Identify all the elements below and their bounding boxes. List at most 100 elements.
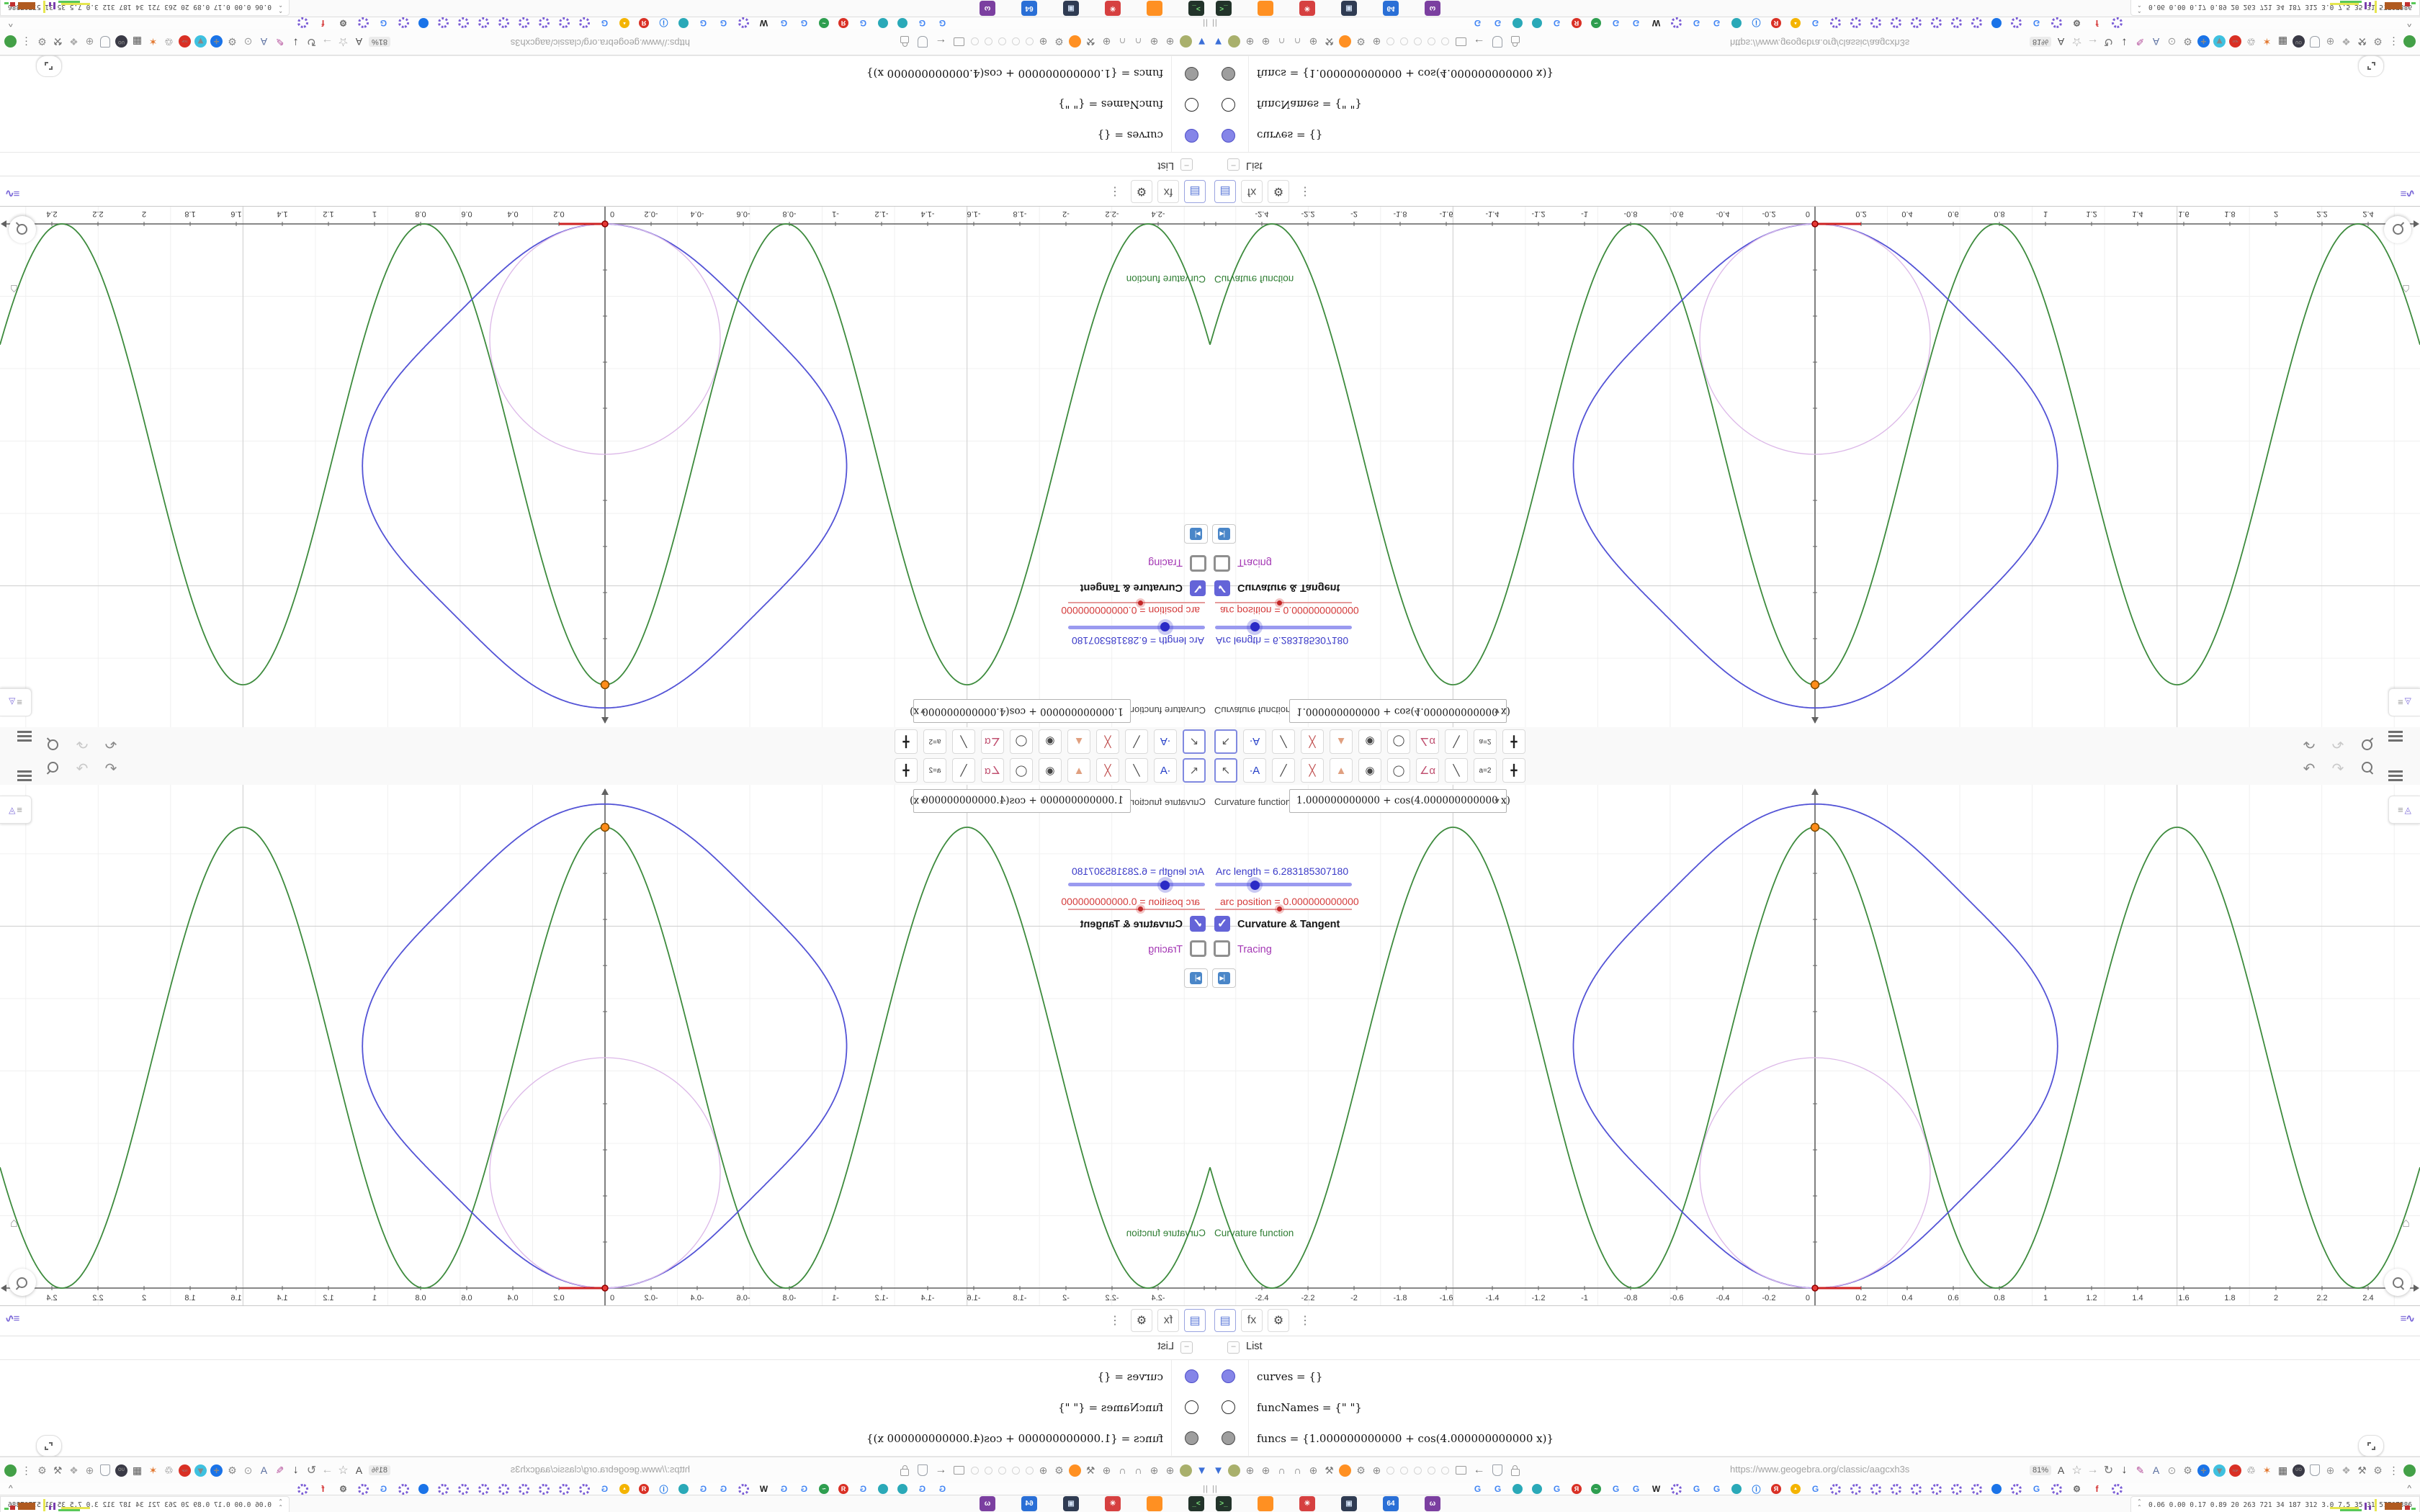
tab-image[interactable]: ▲ [619, 18, 629, 28]
tab-geogebra[interactable] [398, 17, 409, 29]
move-tool[interactable]: ↖ [1214, 758, 1237, 783]
visibility-dot[interactable] [1222, 67, 1235, 81]
tree-view-button[interactable]: ▤ [1214, 1309, 1236, 1332]
globe-icon[interactable]: ⊕ [1244, 36, 1256, 48]
settings-gear-button[interactable]: ⚙ [1268, 1309, 1289, 1332]
archive-icon[interactable]: ▦ [131, 36, 143, 48]
zoom-button[interactable] [9, 1269, 36, 1296]
wrench-icon[interactable]: ⚒ [1323, 36, 1335, 48]
recorder-icon[interactable]: TCF [2229, 35, 2241, 48]
tab-geogebra[interactable] [1931, 1483, 1942, 1495]
globe-icon[interactable]: ⊕ [1307, 36, 1319, 48]
firefox-app-icon[interactable] [1147, 1496, 1162, 1511]
recorder-icon[interactable]: TCF [179, 1464, 191, 1477]
icon[interactable] [2411, 1508, 2416, 1510]
tab-site[interactable]: ~ [1591, 18, 1601, 28]
tab-geogebra[interactable] [1891, 1483, 1901, 1495]
terminal-app-icon[interactable]: >_ [1188, 1496, 1204, 1511]
play-pause-button[interactable]: ▶▏ [1212, 968, 1236, 988]
icon[interactable] [2369, 1506, 2371, 1510]
firefox-icon[interactable] [1339, 1464, 1351, 1477]
tab-geogebra[interactable] [1971, 17, 1982, 29]
tab-geogebra[interactable] [579, 17, 590, 29]
floppy64-app-icon[interactable]: 64 [1021, 1496, 1037, 1511]
tab-google[interactable]: G [1631, 1484, 1641, 1495]
globe-icon[interactable]: ⊕ [1148, 1464, 1160, 1477]
graphics-view[interactable]: -2.4 -2.2 -2 -1.8 -1.6 -1.4 -1.2 -1 -0.8 -0.6 -0.4… [0, 785, 1210, 1306]
icon[interactable] [4, 2, 9, 4]
tab-google[interactable]: G [2031, 18, 2042, 29]
tab-site[interactable] [897, 18, 908, 28]
icon[interactable] [10, 1506, 15, 1510]
headphones-icon[interactable]: ∩ [1132, 36, 1144, 48]
tracing-checkbox[interactable] [1214, 555, 1230, 572]
tab-yandex[interactable]: Я [1572, 1484, 1582, 1494]
firefox-icon[interactable] [1069, 1464, 1081, 1477]
tab-yandex[interactable]: Я [639, 1484, 649, 1494]
tab-google[interactable]: G [799, 18, 810, 29]
tab-geogebra[interactable] [1891, 17, 1901, 29]
tab-overflow-chevron[interactable]: ^ [9, 1483, 13, 1493]
tab-google[interactable]: G [698, 1484, 709, 1495]
permission-dot-icon[interactable] [985, 37, 992, 46]
home-icon[interactable]: ⌂ [2402, 1215, 2410, 1230]
tab-google[interactable]: G [1610, 18, 1621, 29]
globe-icon[interactable]: ⊕ [1260, 36, 1272, 48]
tab-geogebra[interactable] [2112, 17, 2123, 29]
tab-geogebra[interactable] [297, 17, 308, 29]
terminal-app-icon[interactable]: >_ [1216, 1496, 1232, 1511]
permission-dot-icon[interactable] [985, 1466, 992, 1475]
tab-geogebra[interactable] [1830, 1483, 1841, 1495]
tab-geogebra[interactable] [1870, 1483, 1881, 1495]
visibility-dot[interactable] [1185, 1369, 1198, 1383]
tab-geogebra[interactable] [1911, 17, 1922, 29]
visibility-dot[interactable] [1222, 1431, 1235, 1445]
curvature-tangent-checkbox[interactable]: ✓ [1190, 580, 1206, 596]
share-net-icon[interactable]: ✶ [2261, 36, 2273, 48]
zoom-button[interactable] [2384, 216, 2411, 243]
globe-icon[interactable]: ⊕ [2324, 36, 2336, 48]
perpendicular-line-tool[interactable]: ╳ [1096, 758, 1119, 783]
gear-icon[interactable]: ⚙ [1053, 1464, 1065, 1477]
undo-button[interactable]: ↶ [102, 760, 120, 778]
home-icon[interactable]: ⌂ [10, 1215, 18, 1230]
algebra-row-funcs[interactable]: funcs = {1.000000000000 + cos(4.00000000… [0, 55, 1210, 90]
gear-icon[interactable]: ⚙ [2372, 36, 2384, 48]
tab-geogebra[interactable] [458, 1483, 469, 1495]
permission-dot-icon[interactable] [971, 37, 979, 46]
move-graphics-tool[interactable]: ╋ [1502, 729, 1525, 754]
tab-google[interactable]: G [599, 1484, 610, 1495]
move-tool[interactable]: ↖ [1183, 729, 1206, 754]
tracking-shield-icon[interactable] [1491, 36, 1503, 48]
headphones-icon[interactable]: ∩ [1116, 1464, 1129, 1477]
algebra-row-curves[interactable]: curves = {} [0, 118, 1210, 152]
arc-position-slider-knob[interactable] [1136, 904, 1145, 914]
icon[interactable] [61, 3, 90, 5]
tab-geogebra[interactable] [498, 1483, 509, 1495]
icon[interactable] [2385, 2, 2402, 9]
download-icon[interactable]: ↓ [2118, 1464, 2130, 1477]
visibility-dot[interactable] [1222, 98, 1235, 112]
tab-google[interactable]: G [1631, 18, 1641, 29]
wrench-icon[interactable]: ⚒ [2356, 36, 2368, 48]
tab-geogebra[interactable] [1971, 1483, 1982, 1495]
icon[interactable] [2365, 2, 2367, 9]
tab-site[interactable] [1532, 1484, 1542, 1494]
tab-f[interactable]: f [2092, 1484, 2102, 1495]
tab-overflow-chevron[interactable]: ^ [2407, 19, 2411, 29]
tab-google[interactable]: G [1472, 18, 1483, 29]
reflect-tool[interactable]: ╲ [1445, 729, 1468, 754]
translate-box-icon[interactable]: A [258, 1464, 270, 1477]
tab-geogebra[interactable] [2011, 1483, 2022, 1495]
gear-icon[interactable]: ⚙ [2372, 1464, 2384, 1477]
more-kebab-button[interactable]: ⋮ [1294, 1309, 1316, 1332]
translate-box-icon[interactable]: A [258, 36, 270, 48]
tab-geogebra[interactable] [738, 17, 749, 29]
fx-button[interactable]: fx [1157, 180, 1179, 203]
graphics-panel-button[interactable]: ≡ ◬ [0, 688, 32, 716]
undo-button[interactable]: ↶ [2300, 734, 2318, 752]
cat-app-icon[interactable]: ω [980, 1, 995, 16]
home-icon[interactable]: ⌂ [2402, 282, 2410, 297]
perpendicular-line-tool[interactable]: ╳ [1301, 758, 1324, 783]
cat-app-icon[interactable]: ω [1425, 1, 1440, 16]
